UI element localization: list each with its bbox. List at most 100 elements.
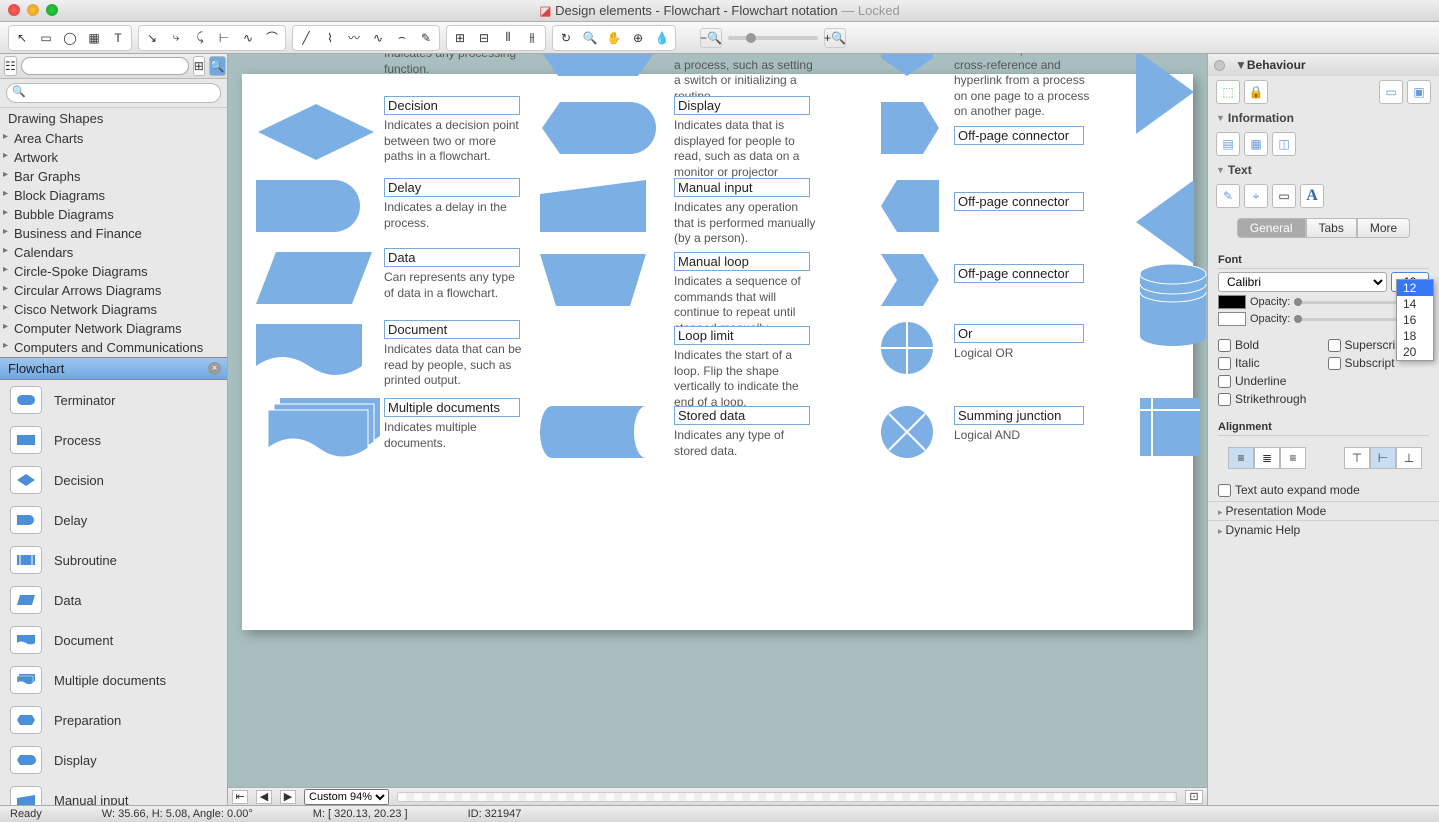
font-family-select[interactable]: Calibri <box>1218 272 1387 292</box>
drawing-page[interactable]: TerminatorIndicates the beginning or end… <box>242 74 1193 630</box>
freehand-tool-icon[interactable]: ✎ <box>415 28 437 48</box>
shape-title[interactable]: Manual loop <box>674 252 810 271</box>
flowchart-section-header[interactable]: Flowchart × <box>0 357 227 380</box>
canvas-shape[interactable] <box>256 102 376 165</box>
canvas-shape[interactable] <box>879 404 935 463</box>
canvas-shape[interactable] <box>538 100 658 159</box>
shape-library-item[interactable]: Document <box>0 620 227 660</box>
shape-library-item[interactable]: Multiple documents <box>0 660 227 700</box>
behaviour-icon-1[interactable]: ⬚ <box>1216 80 1240 104</box>
category-item[interactable]: Calendars <box>0 243 227 262</box>
zoom-out-icon[interactable]: −🔍 <box>700 28 722 48</box>
text-icon-2[interactable]: ⌖ <box>1244 184 1268 208</box>
zoom-tool-icon[interactable]: 🔍 <box>579 28 601 48</box>
text-frame-icon[interactable]: ▭ <box>1272 184 1296 208</box>
font-color-swatch[interactable] <box>1218 295 1246 309</box>
ellipse-tool-icon[interactable]: ◯ <box>59 28 81 48</box>
library-grid-icon[interactable]: ⊞ <box>193 56 205 76</box>
canvas-shape[interactable] <box>538 54 658 81</box>
arc-connector-icon[interactable]: ⤹ <box>189 28 211 48</box>
shape-library-item[interactable]: Manual input <box>0 780 227 805</box>
font-size-option[interactable]: 16 <box>1397 312 1433 328</box>
info-icon-3[interactable]: ◫ <box>1272 132 1296 156</box>
shape-title[interactable]: Off-page connector <box>954 126 1084 145</box>
canvas-shape[interactable] <box>1138 396 1202 461</box>
canvas-shape[interactable] <box>254 322 364 385</box>
shape-title[interactable]: Loop limit <box>674 326 810 345</box>
align-left-icon[interactable]: ≡ <box>1228 447 1254 469</box>
arc-tool-icon[interactable]: ⌢ <box>391 28 413 48</box>
zoom-slider[interactable] <box>728 36 818 40</box>
category-item[interactable]: Block Diagrams <box>0 186 227 205</box>
shape-title[interactable]: Off-page connector <box>954 264 1084 283</box>
pointer-tool-icon[interactable]: ↖ <box>11 28 33 48</box>
auto-expand-checkbox[interactable]: Text auto expand mode <box>1208 479 1439 501</box>
group-tool-icon[interactable]: ⊞ <box>449 28 471 48</box>
shape-title[interactable]: Off-page connector <box>954 192 1084 211</box>
zoom-select[interactable]: Custom 94% <box>304 789 389 805</box>
information-header[interactable]: Information <box>1208 108 1439 128</box>
text-style-icon[interactable]: A <box>1300 184 1324 208</box>
highlight-color-swatch[interactable] <box>1218 312 1246 326</box>
presentation-mode-item[interactable]: Presentation Mode <box>1208 501 1439 520</box>
category-item[interactable]: Bubble Diagrams <box>0 205 227 224</box>
library-search-icon[interactable]: 🔍 <box>209 56 226 76</box>
align-right-icon[interactable]: ≡ <box>1280 447 1306 469</box>
shape-library-item[interactable]: Process <box>0 420 227 460</box>
canvas-shape[interactable] <box>1134 54 1196 139</box>
round-connector-icon[interactable]: ⌒ <box>261 28 283 48</box>
info-icon-1[interactable]: ▤ <box>1216 132 1240 156</box>
category-item[interactable]: Circular Arrows Diagrams <box>0 281 227 300</box>
lock-icon[interactable]: 🔒 <box>1244 80 1268 104</box>
minimize-icon[interactable] <box>27 4 39 16</box>
shape-library-item[interactable]: Display <box>0 740 227 780</box>
canvas-shape[interactable] <box>538 178 648 237</box>
panel-close-icon[interactable] <box>1214 60 1225 71</box>
bezier-connector-icon[interactable]: ∿ <box>237 28 259 48</box>
connector-tool-icon[interactable]: ↘ <box>141 28 163 48</box>
text-tool-icon[interactable]: T <box>107 28 129 48</box>
align-top-icon[interactable]: ⊤ <box>1344 447 1370 469</box>
align-middle-icon[interactable]: ⊢ <box>1370 447 1396 469</box>
shape-title[interactable]: Manual input <box>674 178 810 197</box>
font-size-option[interactable]: 18 <box>1397 328 1433 344</box>
tab-more[interactable]: More <box>1357 218 1410 238</box>
category-item[interactable]: Artwork <box>0 148 227 167</box>
category-item[interactable]: Circle-Spoke Diagrams <box>0 262 227 281</box>
align-bottom-icon[interactable]: ⊥ <box>1396 447 1422 469</box>
table-tool-icon[interactable]: ▦ <box>83 28 105 48</box>
text-header[interactable]: Text <box>1208 160 1439 180</box>
canvas-shape[interactable] <box>879 100 941 159</box>
canvas-shape[interactable] <box>879 320 935 379</box>
line-tool-icon[interactable]: ╱ <box>295 28 317 48</box>
refresh-tool-icon[interactable]: ↻ <box>555 28 577 48</box>
smart-connector-icon[interactable]: ⤷ <box>165 28 187 48</box>
tree-connector-icon[interactable]: ⊢ <box>213 28 235 48</box>
distribute-tool-icon[interactable]: ⫵ <box>521 28 543 48</box>
font-size-option[interactable]: 12 <box>1397 280 1433 296</box>
spline-tool-icon[interactable]: ∿ <box>367 28 389 48</box>
library-filter-input[interactable] <box>21 57 189 75</box>
shape-title[interactable]: Display <box>674 96 810 115</box>
zoom-in-icon[interactable]: +🔍 <box>824 28 846 48</box>
polyline-tool-icon[interactable]: ⌇ <box>319 28 341 48</box>
canvas-shape[interactable] <box>254 250 374 309</box>
category-item[interactable]: Business and Finance <box>0 224 227 243</box>
tab-tabs[interactable]: Tabs <box>1306 218 1357 238</box>
next-page-icon[interactable]: ▶ <box>280 790 296 804</box>
canvas-shape[interactable] <box>1138 262 1207 351</box>
shape-library-item[interactable]: Preparation <box>0 700 227 740</box>
font-size-option[interactable]: 14 <box>1397 296 1433 312</box>
shape-library-item[interactable]: Decision <box>0 460 227 500</box>
close-icon[interactable] <box>8 4 20 16</box>
shape-title[interactable]: Delay <box>384 178 520 197</box>
shape-title[interactable]: Multiple documents <box>384 398 520 417</box>
shape-library-item[interactable]: Subroutine <box>0 540 227 580</box>
tab-general[interactable]: General <box>1237 218 1306 238</box>
category-item[interactable]: Area Charts <box>0 129 227 148</box>
section-close-icon[interactable]: × <box>208 362 221 375</box>
shape-library-item[interactable]: Data <box>0 580 227 620</box>
shape-library-item[interactable]: Delay <box>0 500 227 540</box>
align-center-icon[interactable]: ≣ <box>1254 447 1280 469</box>
info-icon-2[interactable]: ▦ <box>1244 132 1268 156</box>
